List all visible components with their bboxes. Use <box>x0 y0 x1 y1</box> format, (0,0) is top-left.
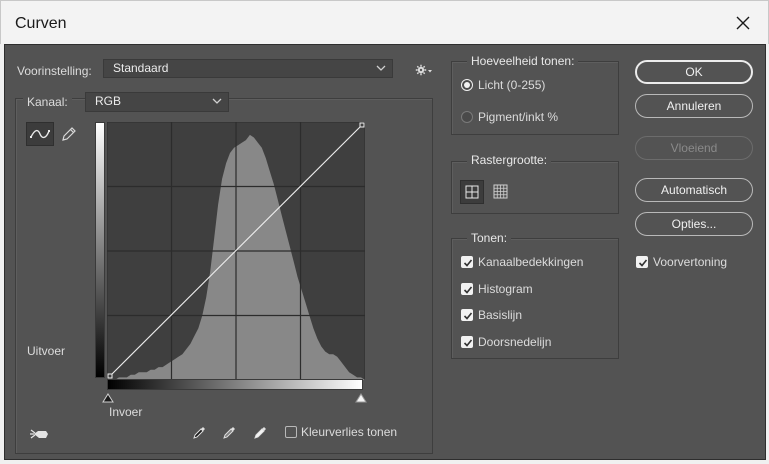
detailed-grid-icon[interactable] <box>491 182 511 205</box>
title-bar: Curven <box>0 0 769 44</box>
white-point-slider[interactable] <box>355 392 367 406</box>
chevron-down-icon <box>212 98 222 104</box>
close-icon[interactable] <box>732 12 754 34</box>
baseline-label: Basislijn <box>478 308 523 322</box>
preview-checkbox[interactable] <box>636 256 648 268</box>
gray-eyedropper-icon[interactable] <box>222 424 238 443</box>
show-clipping-label: Kleurverlies tonen <box>301 425 398 439</box>
channel-overlays-checkbox[interactable] <box>461 256 473 268</box>
intersection-line-label: Doorsnedelijn <box>478 335 552 349</box>
light-label: Licht (0-255) <box>478 78 546 92</box>
auto-button[interactable]: Automatisch <box>635 178 753 202</box>
curve-graph[interactable] <box>107 122 365 380</box>
histogram-checkbox[interactable] <box>461 283 473 295</box>
baseline-checkbox[interactable] <box>461 309 473 321</box>
window-title: Curven <box>15 15 67 32</box>
grid-size-title: Rastergrootte: <box>467 153 552 167</box>
preset-options-gear-icon[interactable] <box>415 64 433 79</box>
input-label: Invoer <box>109 405 143 419</box>
intersection-line-checkbox[interactable] <box>461 336 473 348</box>
channel-overlays-label: Kanaalbedekkingen <box>478 255 584 269</box>
curves-dialog-panel: Voorinstelling: Standaard Kanaal: RGB Ui… <box>4 44 766 460</box>
target-adjustment-hand-icon[interactable] <box>29 426 51 445</box>
preset-value: Standaard <box>113 61 169 75</box>
black-eyedropper-icon[interactable] <box>192 424 208 443</box>
histogram-label: Histogram <box>478 282 533 296</box>
show-title: Tonen: <box>467 231 512 245</box>
preset-dropdown[interactable]: Standaard <box>103 59 393 78</box>
preview-label: Voorvertoning <box>653 255 728 269</box>
amount-title: Hoeveelheid tonen: <box>467 54 579 68</box>
black-point-slider[interactable] <box>102 392 114 406</box>
pigment-radio[interactable] <box>461 111 473 123</box>
cancel-button[interactable]: Annuleren <box>635 94 753 118</box>
ok-button[interactable]: OK <box>635 60 753 84</box>
chevron-down-icon <box>376 65 386 71</box>
options-button[interactable]: Opties... <box>635 212 753 236</box>
smooth-button[interactable]: Vloeiend <box>635 136 753 160</box>
white-eyedropper-icon[interactable] <box>253 424 269 443</box>
pigment-label: Pigment/inkt % <box>478 110 559 124</box>
show-clipping-checkbox[interactable] <box>285 426 297 438</box>
curve-point-black[interactable] <box>107 373 113 379</box>
output-gradient-bar <box>95 122 105 378</box>
pencil-icon[interactable] <box>60 125 78 146</box>
channel-label: Kanaal: <box>23 95 72 109</box>
light-radio[interactable] <box>461 79 473 91</box>
simple-grid-icon[interactable] <box>460 180 484 204</box>
curve-point-tool-icon[interactable] <box>26 122 54 146</box>
input-gradient-bar <box>107 379 363 390</box>
curve-point-white[interactable] <box>359 122 365 128</box>
channel-value: RGB <box>95 94 122 108</box>
output-label: Uitvoer <box>27 344 66 358</box>
channel-dropdown[interactable]: RGB <box>85 92 229 112</box>
preset-label: Voorinstelling: <box>17 64 92 78</box>
